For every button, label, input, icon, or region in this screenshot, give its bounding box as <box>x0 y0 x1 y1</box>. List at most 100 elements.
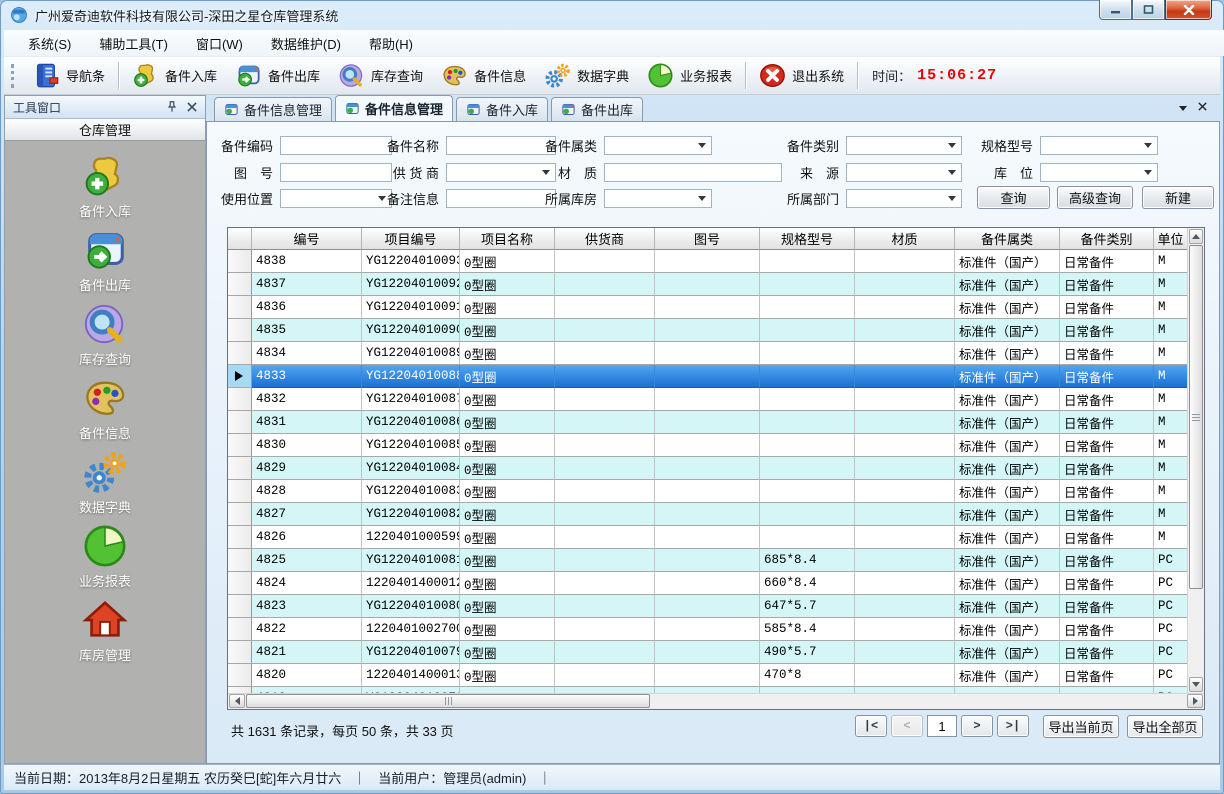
new-button[interactable]: 新建 <box>1142 186 1214 209</box>
table-cell[interactable]: M <box>1154 526 1188 549</box>
row-header-cell[interactable] <box>228 503 252 526</box>
table-cell[interactable]: 4825 <box>252 549 362 572</box>
table-cell[interactable]: M <box>1154 503 1188 526</box>
table-cell[interactable] <box>555 664 655 687</box>
table-cell[interactable]: 1220401002700 <box>362 618 460 641</box>
field-spec-model-select[interactable] <box>1040 136 1158 155</box>
maximize-button[interactable] <box>1132 0 1165 20</box>
table-cell[interactable] <box>855 388 955 411</box>
table-cell[interactable] <box>855 250 955 273</box>
table-cell[interactable]: 660*8.4 <box>760 572 855 595</box>
table-cell[interactable]: 0型圈 <box>460 342 555 365</box>
table-cell[interactable] <box>555 319 655 342</box>
horizontal-scroll-thumb[interactable] <box>246 694 650 708</box>
scroll-right-icon[interactable] <box>1187 694 1203 708</box>
table-cell[interactable]: 4822 <box>252 618 362 641</box>
table-row[interactable]: 4833YG122040100880型圈标准件（国产）日常备件M <box>228 365 1188 388</box>
row-header-cell[interactable] <box>228 388 252 411</box>
table-cell[interactable]: 0型圈 <box>460 618 555 641</box>
pin-icon[interactable] <box>165 100 179 114</box>
table-cell[interactable] <box>655 296 760 319</box>
table-cell[interactable]: YG12204010089 <box>362 342 460 365</box>
scroll-left-icon[interactable] <box>229 694 245 708</box>
table-cell[interactable]: 日常备件 <box>1060 526 1154 549</box>
table-cell[interactable]: 日常备件 <box>1060 273 1154 296</box>
sidebar-item-parts-in[interactable]: 备件入库 <box>79 153 131 220</box>
last-page-button[interactable]: >| <box>997 715 1029 737</box>
column-header-0[interactable]: 编号 <box>252 228 362 250</box>
toolbar-exit-button[interactable]: 退出系统 <box>750 59 853 92</box>
table-cell[interactable]: 0型圈 <box>460 457 555 480</box>
table-cell[interactable]: 4832 <box>252 388 362 411</box>
field-part-name-input[interactable] <box>446 136 556 155</box>
first-page-button[interactable]: |< <box>855 715 887 737</box>
table-cell[interactable] <box>655 480 760 503</box>
field-department-select[interactable] <box>846 189 962 208</box>
table-cell[interactable]: M <box>1154 342 1188 365</box>
table-cell[interactable] <box>760 296 855 319</box>
sidebar-item-parts-out[interactable]: 备件出库 <box>79 227 131 294</box>
table-cell[interactable]: 标准件（国产） <box>955 572 1060 595</box>
table-cell[interactable]: 日常备件 <box>1060 296 1154 319</box>
table-cell[interactable]: 4827 <box>252 503 362 526</box>
table-cell[interactable]: 标准件（国产） <box>955 250 1060 273</box>
table-cell[interactable]: YG12204010092 <box>362 273 460 296</box>
table-cell[interactable] <box>655 250 760 273</box>
table-cell[interactable]: YG12204010084 <box>362 457 460 480</box>
scroll-down-icon[interactable] <box>1189 677 1203 692</box>
table-cell[interactable]: 1220401000599 <box>362 526 460 549</box>
toolbar-inventory-query-button[interactable]: 库存查询 <box>329 59 432 92</box>
advanced-query-button[interactable]: 高级查询 <box>1057 186 1133 209</box>
table-cell[interactable] <box>655 434 760 457</box>
table-cell[interactable] <box>760 457 855 480</box>
table-cell[interactable] <box>655 595 760 618</box>
prev-page-button[interactable]: < <box>891 715 923 737</box>
table-cell[interactable]: M <box>1154 273 1188 296</box>
table-cell[interactable] <box>555 618 655 641</box>
table-cell[interactable]: M <box>1154 319 1188 342</box>
table-cell[interactable]: 日常备件 <box>1060 434 1154 457</box>
sidebar-item-business-report[interactable]: 业务报表 <box>79 523 131 590</box>
column-header-3[interactable]: 供货商 <box>555 228 655 250</box>
table-cell[interactable]: 日常备件 <box>1060 319 1154 342</box>
toolbar-data-dictionary-button[interactable]: 数据字典 <box>535 59 638 92</box>
table-cell[interactable]: M <box>1154 365 1188 388</box>
table-row[interactable]: 4825YG122040100810型圈685*8.4标准件（国产）日常备件PC <box>228 549 1188 572</box>
table-cell[interactable] <box>555 526 655 549</box>
table-cell[interactable]: 日常备件 <box>1060 388 1154 411</box>
close-panel-icon[interactable] <box>185 100 199 114</box>
table-cell[interactable] <box>655 273 760 296</box>
table-cell[interactable]: 0型圈 <box>460 526 555 549</box>
row-header-cell[interactable] <box>228 434 252 457</box>
table-cell[interactable]: 日常备件 <box>1060 618 1154 641</box>
table-cell[interactable] <box>655 388 760 411</box>
row-header-cell[interactable] <box>228 480 252 503</box>
table-cell[interactable] <box>655 641 760 664</box>
table-cell[interactable]: 0型圈 <box>460 549 555 572</box>
query-button[interactable]: 查询 <box>977 186 1050 209</box>
table-cell[interactable]: 日常备件 <box>1060 572 1154 595</box>
table-cell[interactable]: 0型圈 <box>460 434 555 457</box>
table-cell[interactable]: YG12204010090 <box>362 319 460 342</box>
table-cell[interactable] <box>855 503 955 526</box>
table-cell[interactable]: 4829 <box>252 457 362 480</box>
scroll-up-icon[interactable] <box>1189 229 1203 244</box>
row-header-cell[interactable] <box>228 365 252 388</box>
table-cell[interactable] <box>655 618 760 641</box>
field-location-select[interactable] <box>1040 163 1158 182</box>
table-cell[interactable] <box>555 434 655 457</box>
field-part-class-select[interactable] <box>846 136 962 155</box>
table-cell[interactable]: 标准件（国产） <box>955 503 1060 526</box>
table-cell[interactable] <box>760 342 855 365</box>
tab-close-icon[interactable] <box>1197 99 1208 117</box>
table-cell[interactable]: 0型圈 <box>460 595 555 618</box>
column-header-6[interactable]: 材质 <box>855 228 955 250</box>
table-row[interactable]: 482412204014000120型圈660*8.4标准件（国产）日常备件PC <box>228 572 1188 595</box>
table-cell[interactable] <box>555 549 655 572</box>
table-cell[interactable] <box>555 572 655 595</box>
close-button[interactable] <box>1165 0 1212 20</box>
table-cell[interactable]: 日常备件 <box>1060 641 1154 664</box>
table-cell[interactable]: 1220401400012 <box>362 572 460 595</box>
table-cell[interactable] <box>855 457 955 480</box>
table-cell[interactable]: M <box>1154 296 1188 319</box>
